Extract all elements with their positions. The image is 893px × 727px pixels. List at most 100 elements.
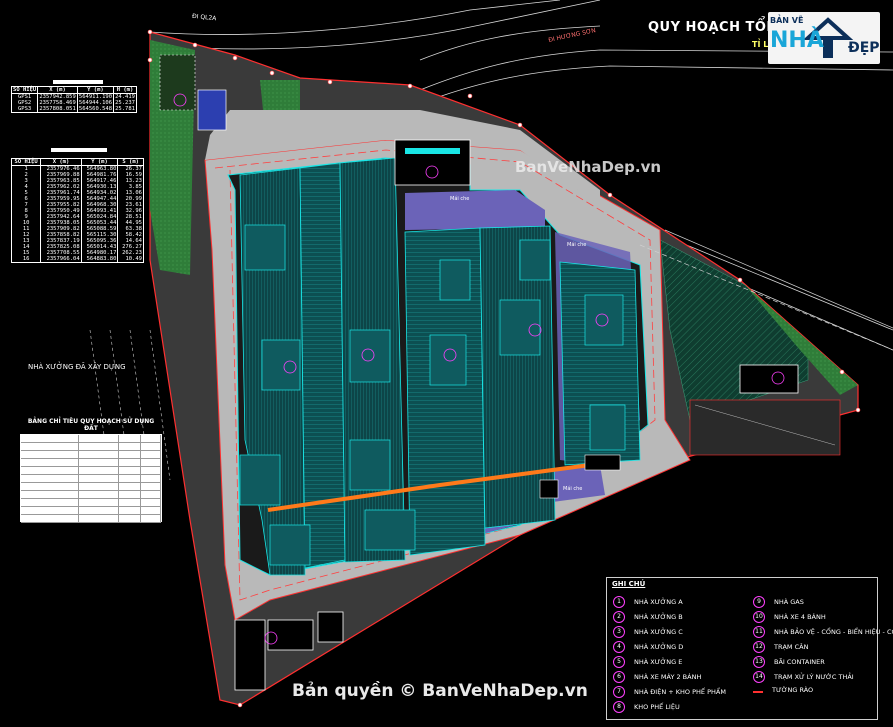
canopy-area-top <box>405 190 545 230</box>
legend-item-13: 13 BÃI CONTAINER <box>753 656 825 668</box>
coord-table: SỐ HIỆU X (m) Y (m) S (m) 1 2357976.46 564963.… <box>10 148 144 263</box>
logo-side-text: ĐẸP <box>848 40 880 56</box>
legend-item-fence: TƯỜNG RÀO <box>753 686 813 694</box>
land-use-cell <box>79 491 119 498</box>
legend-label: TƯỜNG RÀO <box>772 686 814 694</box>
coord-header-3: S (m) <box>117 158 144 166</box>
legend-label: NHÀ XƯỞNG E <box>634 658 683 666</box>
land-use-cell <box>141 515 162 522</box>
land-use-cell <box>119 475 141 482</box>
site-logo: BẢN VẼ NHÀ ĐẸP <box>768 12 880 64</box>
land-use-cell <box>141 451 162 458</box>
land-use-cell <box>141 435 162 442</box>
land-use-row <box>21 443 162 451</box>
legend-number-icon: 2 <box>613 611 625 623</box>
land-use-cell <box>21 443 80 450</box>
land-use-cell <box>79 459 119 466</box>
coord-cell: 16 <box>10 256 42 263</box>
logo-top-text: BẢN VẼ <box>770 16 804 25</box>
land-use-row <box>21 451 162 459</box>
land-use-cell <box>79 499 119 506</box>
land-use-cell <box>21 475 80 482</box>
point-10 <box>517 122 523 128</box>
legend-item-12: 12 TRẠM CÂN <box>753 641 808 653</box>
point-5 <box>269 70 275 76</box>
land-use-cell <box>119 435 141 442</box>
coord-cell: 564883.80 <box>80 256 119 263</box>
legend-item-5: 5 NHÀ XƯỞNG E <box>613 656 682 668</box>
land-use-cell <box>79 507 119 514</box>
legend-item-2: 2 NHÀ XƯỞNG B <box>613 611 683 623</box>
land-use-cell <box>79 515 119 522</box>
land-use-grid <box>20 434 162 523</box>
land-use-cell <box>119 515 141 522</box>
legend-item-14: 14 TRẠM XỬ LÝ NƯỚC THẢI <box>753 671 854 683</box>
gps-table-grid: SỐ HIỆU X (m) Y (m) H (m) GPS1 2357942.859 564… <box>10 86 137 113</box>
land-use-cell <box>141 491 162 498</box>
legend-item-1: 1 NHÀ XƯỞNG A <box>613 596 683 608</box>
point-11 <box>607 192 613 198</box>
coord-cell: 2357966.04 <box>40 256 82 263</box>
land-use-title: BẢNG CHỈ TIÊU QUY HOẠCH SỬ DỤNG ĐẤT <box>27 418 155 432</box>
legend-number-icon: 8 <box>613 701 625 713</box>
building-a2 <box>299 162 346 569</box>
legend-label: NHÀ XƯỞNG A <box>634 598 683 606</box>
land-use-cell <box>79 475 119 482</box>
land-use-cell <box>21 499 80 506</box>
legend-item-6: 6 NHÀ XE MÁY 2 BÁNH <box>613 671 701 683</box>
coord-header-0: SỐ HIỆU <box>10 158 42 166</box>
legend-label: NHÀ GAS <box>774 598 804 606</box>
point-7 <box>327 79 333 85</box>
land-use-cell <box>21 491 80 498</box>
legend-number-icon: 7 <box>613 686 625 698</box>
land-use-cell <box>21 451 80 458</box>
legend-item-8: 8 KHO PHẾ LIỆU <box>613 701 680 713</box>
legend-number-icon: 14 <box>753 671 765 683</box>
land-use-row <box>21 467 162 475</box>
land-use-cell <box>21 467 80 474</box>
canopy-label-3: Mái che <box>563 486 583 492</box>
canopy-label-2: Mái che <box>567 242 587 248</box>
legend-label: NHÀ XƯỞNG C <box>634 628 683 636</box>
legend-number-icon: 11 <box>753 626 765 638</box>
gps-table-bar <box>53 80 103 84</box>
legend-label: KHO PHẾ LIỆU <box>634 703 680 711</box>
legend-number-icon: 10 <box>753 611 765 623</box>
legend-label: TRẠM CÂN <box>774 643 809 651</box>
land-use-row <box>21 435 162 443</box>
land-use-row <box>21 475 162 483</box>
gps-header-3: H (m) <box>113 86 137 94</box>
point-2 <box>192 42 198 48</box>
land-use-cell <box>119 467 141 474</box>
legend-number-icon: 3 <box>613 626 625 638</box>
gps-table: SỐ HIỆU X (m) Y (m) H (m) GPS1 2357942.859 564… <box>10 80 137 113</box>
legend-label: NHÀ XE MÁY 2 BÁNH <box>634 673 702 681</box>
legend-item-7: 7 NHÀ ĐIỆN + KHO PHẾ PHẨM <box>613 686 726 698</box>
land-use-row <box>21 491 162 499</box>
gps-header-0: SỐ HIỆU <box>10 86 39 94</box>
land-use-row <box>21 459 162 467</box>
point-9 <box>467 93 473 99</box>
legend-item-10: 10 NHÀ XE 4 BÁNH <box>753 611 826 623</box>
land-use-cell <box>141 483 162 490</box>
land-use-cell <box>21 515 80 522</box>
point-3 <box>232 55 238 61</box>
gps-header-1: X (m) <box>37 86 78 94</box>
land-use-cell <box>119 451 141 458</box>
land-use-cell <box>141 499 162 506</box>
land-use-cell <box>79 443 119 450</box>
watermark-center: BanVeNhaDep.vn <box>515 158 662 176</box>
legend-label: NHÀ BẢO VỆ - CỔNG - BIỂN HIỆU - CỘT CỜ <box>774 628 893 636</box>
land-use-cell <box>141 443 162 450</box>
gps-row: GPS3 2357808.051 564560.548 25.781 <box>10 106 137 113</box>
legend-label: NHÀ XƯỞNG B <box>634 613 683 621</box>
gps-cell: 564560.548 <box>76 106 115 113</box>
coord-header-2: Y (m) <box>80 158 119 166</box>
land-use-row <box>21 515 162 523</box>
legend-number-icon: 5 <box>613 656 625 668</box>
land-use-cell <box>79 451 119 458</box>
land-use-cell <box>119 499 141 506</box>
legend-item-4: 4 NHÀ XƯỞNG D <box>613 641 683 653</box>
legend-item-11: 11 NHÀ BẢO VỆ - CỔNG - BIỂN HIỆU - CỘT CỜ <box>753 626 893 638</box>
land-use-cell <box>119 483 141 490</box>
